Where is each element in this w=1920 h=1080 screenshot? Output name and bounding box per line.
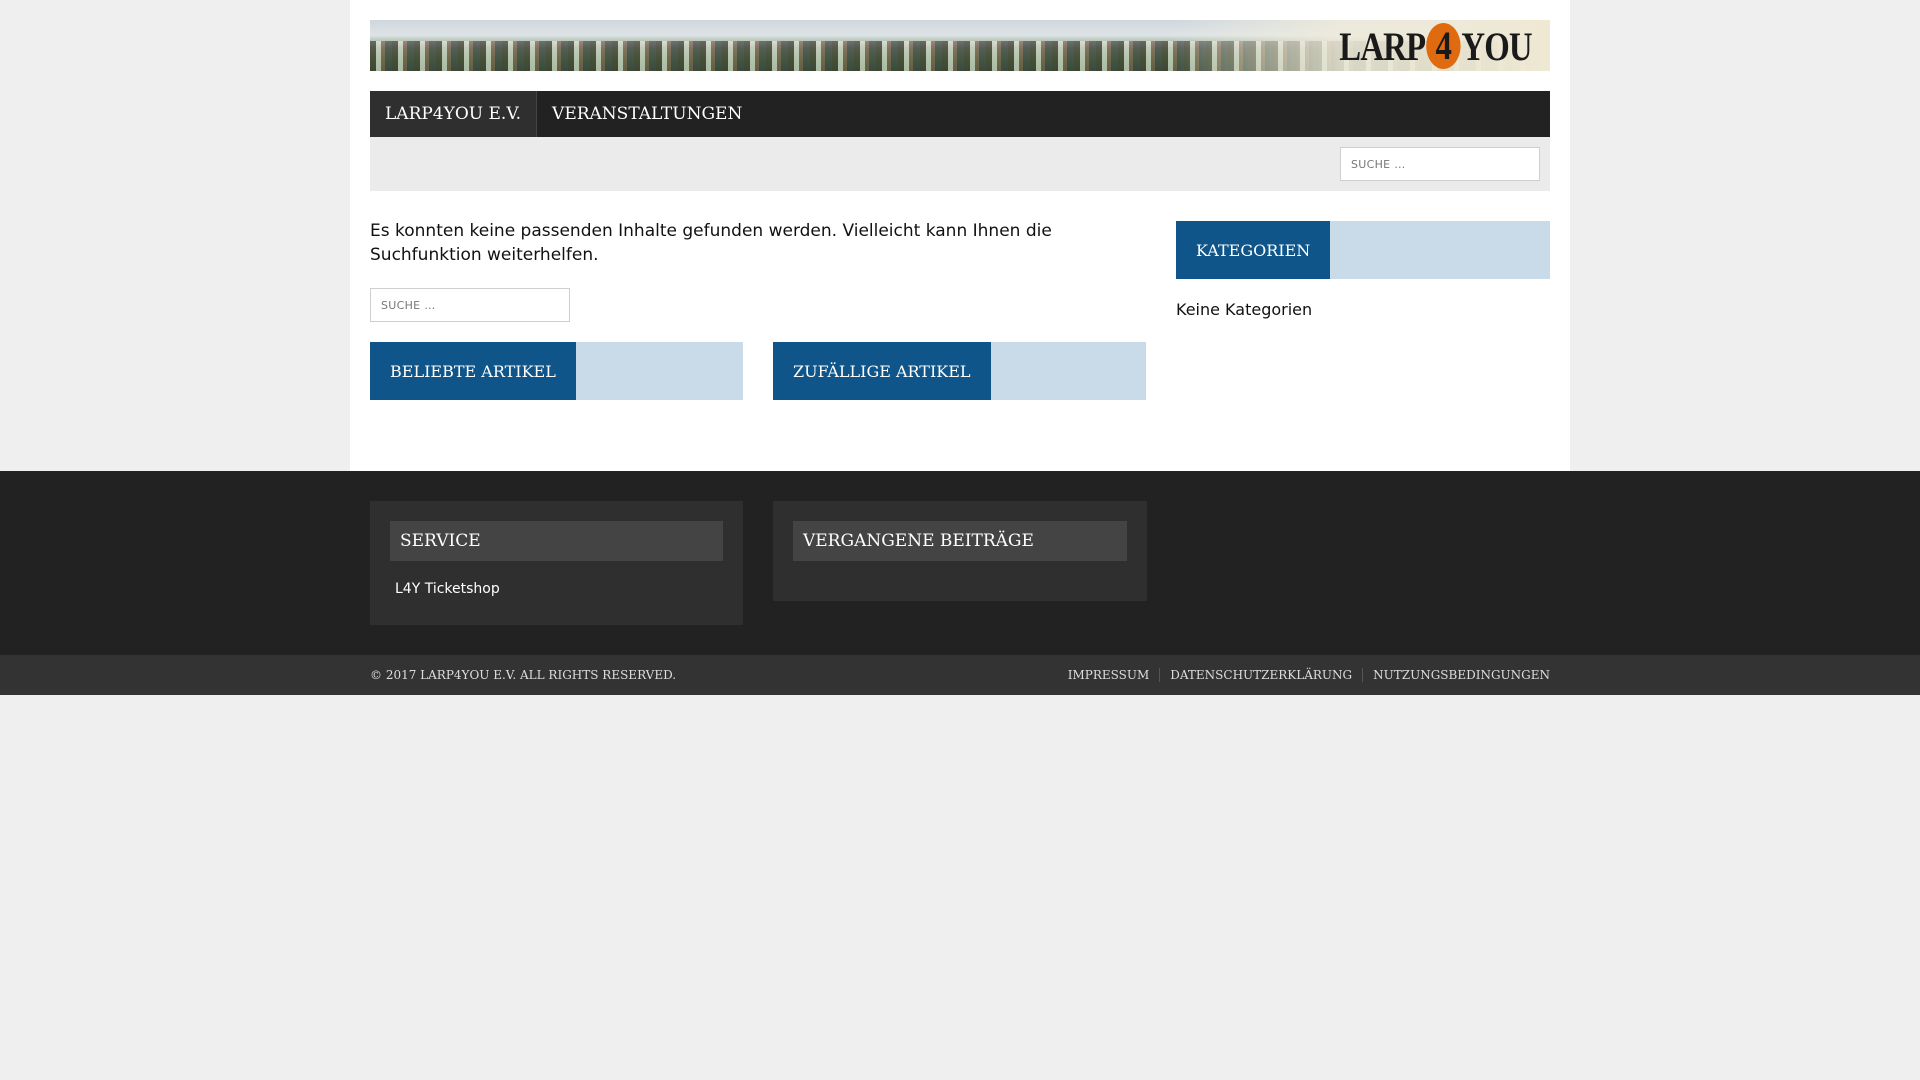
main-navigation: LARP4YOU E.V. VERANSTALTUNGEN bbox=[370, 91, 1550, 137]
footer-widgets: SERVICE L4Y Ticketshop VERGANGENE BEITRÄ… bbox=[0, 471, 1920, 655]
categories-title: KATEGORIEN bbox=[1176, 221, 1331, 279]
copyright-bar: © 2017 LARP4YOU E.V. ALL RIGHTS RESERVED… bbox=[0, 655, 1920, 695]
logo-text-right: YOU bbox=[1461, 23, 1533, 69]
past-posts-title: VERGANGENE BEITRÄGE bbox=[793, 521, 1127, 561]
popular-articles-widget: BELIEBTE ARTIKEL bbox=[370, 342, 743, 400]
page-container: LARP 4 YOU LARP4YOU E.V. VERANSTALTUNGEN… bbox=[350, 0, 1570, 471]
no-results-message: Es konnten keine passenden Inhalte gefun… bbox=[370, 221, 1052, 265]
copyright-text: © 2017 LARP4YOU E.V. ALL RIGHTS RESERVED… bbox=[370, 668, 677, 682]
random-articles-widget: ZUFÄLLIGE ARTIKEL bbox=[773, 342, 1146, 400]
ticketshop-link[interactable]: L4Y Ticketshop bbox=[395, 581, 500, 597]
popular-articles-title: BELIEBTE ARTIKEL bbox=[370, 342, 576, 400]
logo-text-left: LARP bbox=[1339, 23, 1426, 69]
site-logo[interactable]: LARP 4 YOU bbox=[1339, 21, 1533, 71]
service-title: SERVICE bbox=[390, 521, 723, 561]
footer-links: IMPRESSUM DATENSCHUTZERKLÄRUNG NUTZUNGSB… bbox=[1058, 655, 1550, 695]
search-bar-row: SUCHE … bbox=[370, 137, 1550, 191]
random-articles-title: ZUFÄLLIGE ARTIKEL bbox=[773, 342, 991, 400]
no-categories-text: Keine Kategorien bbox=[1176, 300, 1313, 319]
categories-widget: KATEGORIEN bbox=[1176, 221, 1550, 279]
header-search-input[interactable]: SUCHE … bbox=[1340, 147, 1540, 181]
nav-item-veranstaltungen[interactable]: VERANSTALTUNGEN bbox=[537, 91, 757, 137]
past-posts-widget: VERGANGENE BEITRÄGE bbox=[773, 501, 1147, 601]
logo-four-emblem: 4 bbox=[1426, 23, 1461, 69]
datenschutz-link[interactable]: DATENSCHUTZERKLÄRUNG bbox=[1159, 668, 1362, 682]
impressum-link[interactable]: IMPRESSUM bbox=[1058, 668, 1160, 682]
header-banner[interactable]: LARP 4 YOU bbox=[370, 20, 1550, 71]
nutzungsbedingungen-link[interactable]: NUTZUNGSBEDINGUNGEN bbox=[1362, 668, 1550, 682]
nav-item-larp4you[interactable]: LARP4YOU E.V. bbox=[370, 91, 538, 137]
content-search-input[interactable]: SUCHE … bbox=[370, 288, 570, 322]
service-widget: SERVICE L4Y Ticketshop bbox=[370, 501, 743, 625]
